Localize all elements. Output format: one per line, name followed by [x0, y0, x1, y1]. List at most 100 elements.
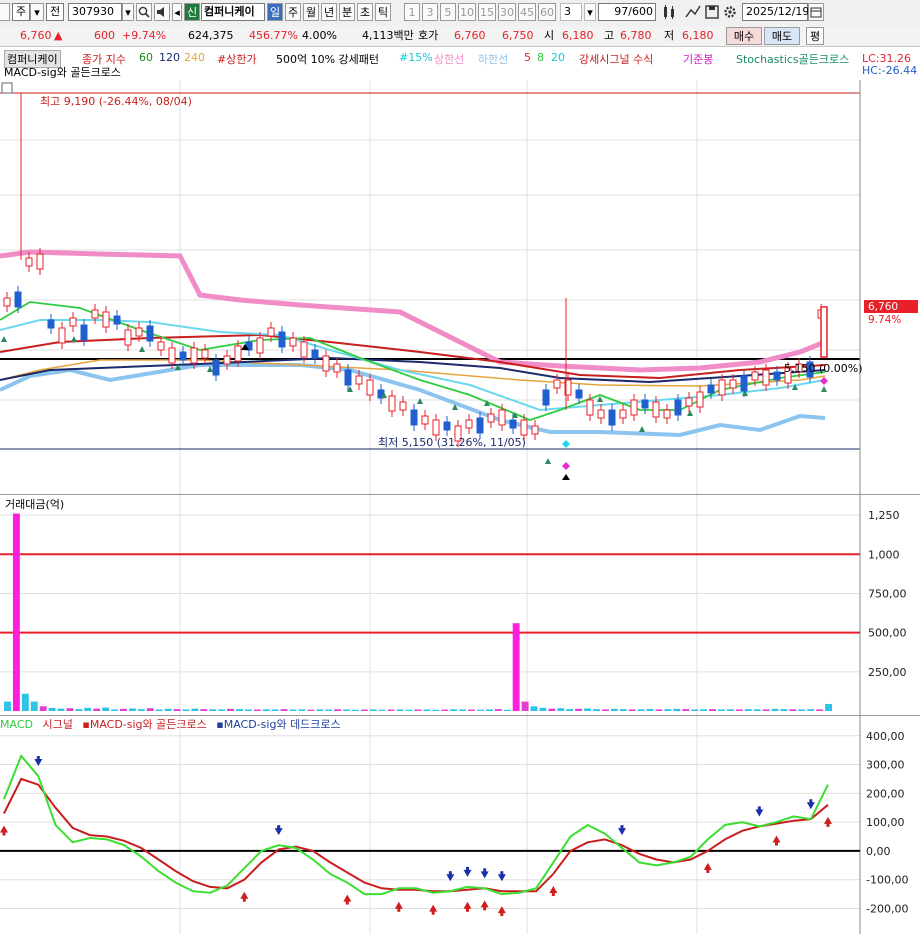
macd-chart[interactable]: 400,00 300,00 200,00 100,00 0,00 -100,00 -200,… [0, 716, 920, 934]
legend-ma60[interactable]: 60 [139, 51, 153, 64]
candle [179, 351, 187, 361]
volume-bar [325, 709, 333, 711]
volume-bar [30, 701, 38, 711]
code-type-select[interactable]: 주 [12, 3, 30, 21]
volume-bar [459, 709, 467, 711]
candle [355, 375, 363, 385]
legend-base-bar[interactable]: 기준봉 [683, 51, 713, 67]
crosshair-icon[interactable] [660, 3, 682, 21]
high-label: 고 [604, 29, 615, 42]
candle [707, 384, 715, 394]
volume-bar [93, 708, 101, 711]
volume-bar [343, 709, 351, 711]
legend-ma8[interactable]: 8 [537, 51, 544, 64]
legend-filter[interactable]: 500억 10% 강세패턴 [276, 51, 379, 67]
volume-chart[interactable]: 1,250 1,000 750,00 500,00 250,00 [0, 495, 920, 715]
volume-bar [387, 709, 395, 711]
legend-stoch[interactable]: Stochastics골든크로스 [736, 51, 849, 67]
period-tab-6[interactable]: 틱 [375, 3, 391, 21]
volume-bar [673, 708, 681, 711]
gear-icon[interactable] [722, 3, 738, 21]
up-arrow-icon: ▲ [54, 29, 63, 42]
macd-tick: -100,00 [866, 874, 908, 887]
hoga-ask: 6,760 [454, 29, 486, 42]
hc-label: HC:-26.44 [862, 64, 918, 77]
speaker-icon[interactable] [154, 3, 170, 21]
interval-tab-1[interactable]: 1 [404, 3, 420, 21]
buy-button[interactable]: 매수 [726, 27, 762, 45]
menu-button[interactable] [0, 3, 10, 21]
golden-cross-arrow-icon [703, 862, 712, 870]
candle [399, 401, 407, 411]
triangle-left-icon[interactable]: ◂ [172, 3, 182, 21]
volume-bar [360, 709, 368, 711]
grid-toggle-icon[interactable] [1, 82, 13, 94]
toolbar: 주 ▾ 전 307930 ▾ ◂ 신 컴퍼니케이 3 ▾ 97/600 2025… [0, 0, 920, 27]
legend-ma5[interactable]: 5 [524, 51, 531, 64]
interval-tab-45[interactable]: 45 [518, 3, 536, 21]
market-select[interactable]: 전 [46, 3, 64, 21]
volume-bar [691, 709, 699, 711]
period-tab-4[interactable]: 분 [339, 3, 355, 21]
legend-ma120[interactable]: 120 [159, 51, 180, 64]
interval-tab-15[interactable]: 15 [478, 3, 496, 21]
legend-upper-limit[interactable]: #상한가 [217, 51, 257, 67]
golden-cross-arrow-icon [343, 894, 352, 902]
save-icon[interactable] [704, 3, 720, 21]
line-label: 5,150 (0.00%) [784, 362, 863, 375]
volume-bar [57, 708, 65, 711]
macd-tick: 400,00 [866, 730, 905, 743]
dead-cross-arrow-icon [806, 802, 815, 810]
search-icon[interactable] [136, 3, 152, 21]
count-total: /600 [628, 5, 653, 18]
candle [542, 389, 550, 406]
eval-button[interactable]: 평 [806, 27, 824, 45]
trend-icon[interactable] [684, 3, 702, 21]
legend-upper-line[interactable]: 상한선 [434, 51, 464, 67]
sell-button[interactable]: 매도 [764, 27, 800, 45]
chevron-down-icon[interactable]: ▾ [30, 3, 44, 21]
legend-ma20[interactable]: 20 [551, 51, 565, 64]
date-input[interactable]: 2025/12/19 [742, 3, 809, 21]
interval-tab-10[interactable]: 10 [458, 3, 476, 21]
interval-tab-60[interactable]: 60 [538, 3, 556, 21]
interval-input[interactable]: 3 [560, 3, 582, 21]
last-pct-tag: 9.74% [868, 314, 901, 326]
legend-macd-gc[interactable]: MACD-sig와 골든크로스 [4, 64, 121, 80]
golden-cross-arrow-stem [466, 907, 469, 912]
chevron-down-icon[interactable]: ▾ [584, 3, 596, 21]
golden-cross-arrow-stem [500, 912, 504, 917]
stock-code-input[interactable]: 307930 [68, 3, 122, 21]
candle [102, 311, 110, 328]
legend-lower-line[interactable]: 하한선 [478, 51, 508, 67]
last-price-tag: 6,760 [868, 301, 898, 313]
interval-tab-30[interactable]: 30 [498, 3, 516, 21]
candle [212, 359, 220, 376]
candle [432, 419, 440, 436]
period-tab-1[interactable]: 주 [285, 3, 301, 21]
count-display[interactable]: 97/600 [598, 3, 656, 21]
candle [652, 401, 660, 418]
period-tab-5[interactable]: 초 [357, 3, 373, 21]
volume-bar [762, 709, 770, 711]
legend-ma240[interactable]: 240 [184, 51, 205, 64]
volume-bar [236, 709, 243, 711]
interval-tab-5[interactable]: 5 [440, 3, 456, 21]
volume-bar [539, 707, 547, 711]
golden-cross-arrow-stem [397, 907, 401, 912]
price-chart[interactable]: 최고 9,190 (-26.44%, 08/04) 최저 5,150 (31.2… [0, 80, 920, 494]
interval-tab-3[interactable]: 3 [422, 3, 438, 21]
period-tab-3[interactable]: 년 [321, 3, 337, 21]
legend-strong-signal[interactable]: 강세시그널 수식 [579, 51, 653, 67]
period-tab-0[interactable]: 일 [267, 3, 283, 21]
volume-bar [262, 709, 270, 711]
calendar-icon[interactable] [808, 3, 824, 21]
chevron-down-icon[interactable]: ▾ [122, 3, 134, 21]
volume-bar [575, 708, 583, 711]
period-tab-2[interactable]: 월 [303, 3, 319, 21]
candle [410, 409, 418, 426]
stock-name[interactable]: 컴퍼니케이 [201, 3, 265, 21]
golden-cross-arrow-icon [497, 906, 506, 914]
upper-band-line [0, 249, 826, 373]
legend-pct15[interactable]: #15% [399, 51, 433, 64]
